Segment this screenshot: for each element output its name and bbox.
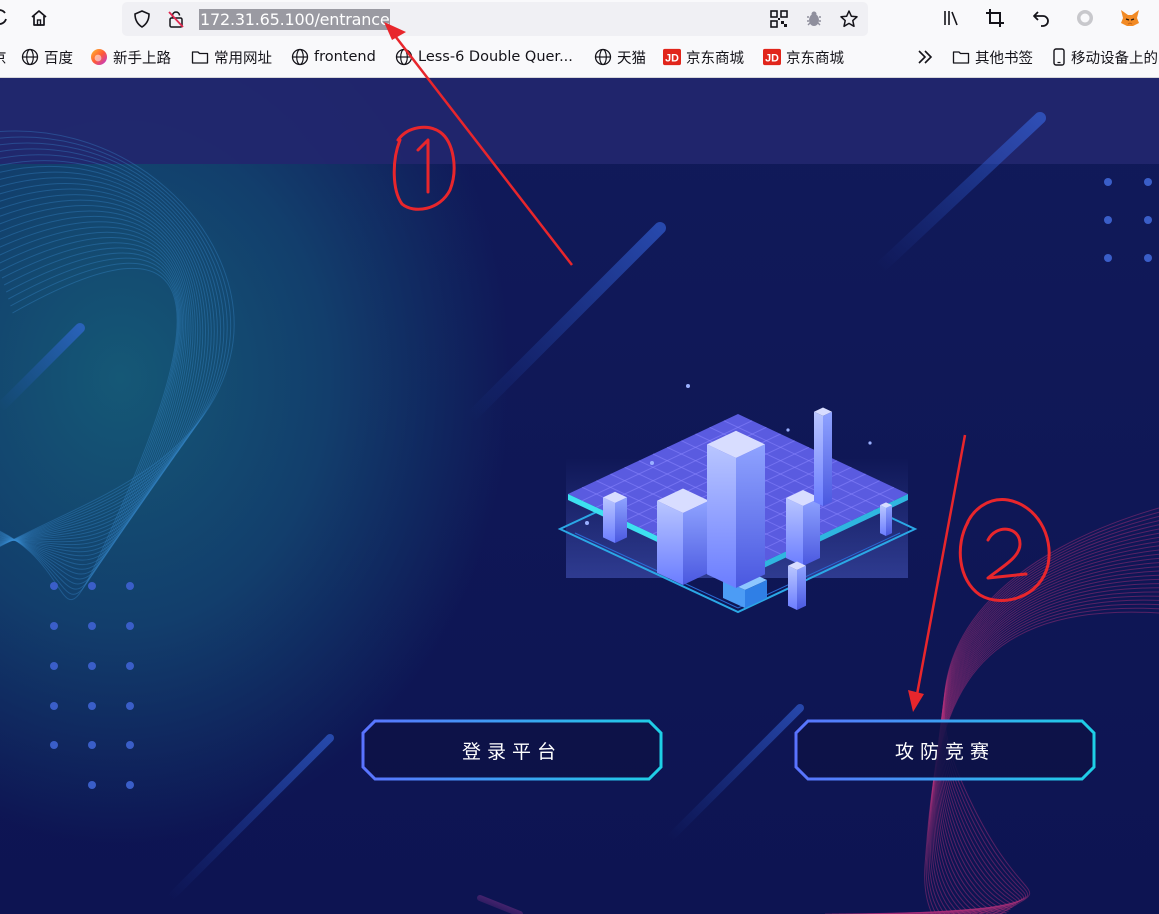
entrance-page: 登录平台 攻防竞赛 [0, 78, 1159, 914]
bookmark-item[interactable]: JD 京东商城 [663, 46, 744, 68]
circle-icon[interactable] [1073, 6, 1097, 30]
jd-icon: JD [663, 48, 681, 66]
svg-text:JD: JD [665, 53, 679, 65]
isometric-city-illustration [557, 384, 918, 614]
bookmark-item[interactable]: 百度 [21, 46, 73, 68]
undo-icon[interactable] [1029, 6, 1053, 30]
bookmark-item[interactable]: frontend [291, 46, 376, 68]
folder-icon [952, 48, 970, 66]
url-bar[interactable]: 172.31.65.100/entrance [122, 2, 868, 36]
crop-icon[interactable] [983, 6, 1007, 30]
bookmark-item[interactable]: 京 [0, 46, 7, 68]
fox-icon[interactable] [1118, 6, 1142, 30]
library-icon[interactable] [939, 6, 963, 30]
url-text[interactable]: 172.31.65.100/entrance [199, 9, 391, 30]
bookmark-item[interactable]: JD 京东商城 [763, 46, 844, 68]
globe-icon [21, 48, 39, 66]
star-icon[interactable] [837, 7, 861, 31]
browser-toolbar: 172.31.65.100/entrance [0, 0, 1159, 36]
globe-icon [395, 48, 413, 66]
attack-defense-button[interactable]: 攻防竞赛 [794, 719, 1096, 781]
chevron-double-right-icon [916, 48, 934, 66]
bookmarks-overflow-button[interactable] [916, 46, 939, 68]
bookmark-item[interactable]: Less-6 Double Quer... [395, 46, 573, 68]
attack-defense-label: 攻防竞赛 [894, 740, 995, 763]
bookmark-item[interactable]: 移动设备上的 [1052, 46, 1158, 68]
globe-icon [594, 48, 612, 66]
globe-icon [291, 48, 309, 66]
reload-icon[interactable] [0, 6, 12, 30]
login-platform-button[interactable]: 登录平台 [361, 719, 663, 781]
jd-icon: JD [763, 48, 781, 66]
insecure-lock-icon[interactable] [164, 7, 188, 31]
bookmark-item[interactable]: 常用网址 [191, 46, 272, 68]
qr-code-icon[interactable] [767, 7, 791, 31]
mobile-icon [1052, 48, 1066, 66]
folder-icon [191, 48, 209, 66]
shield-icon[interactable] [130, 7, 154, 31]
home-icon[interactable] [27, 6, 51, 30]
svg-text:JD: JD [765, 53, 779, 65]
bookmarks-bar: 京 百度 新手上路 常用网址 frontend Less-6 Double Qu… [0, 36, 1159, 78]
bug-icon[interactable] [802, 7, 826, 31]
bookmark-item[interactable]: 天猫 [594, 46, 646, 68]
firefox-icon [90, 48, 108, 66]
login-platform-label: 登录平台 [461, 740, 562, 763]
bookmark-item[interactable]: 其他书签 [952, 46, 1033, 68]
bookmark-item[interactable]: 新手上路 [90, 46, 171, 68]
